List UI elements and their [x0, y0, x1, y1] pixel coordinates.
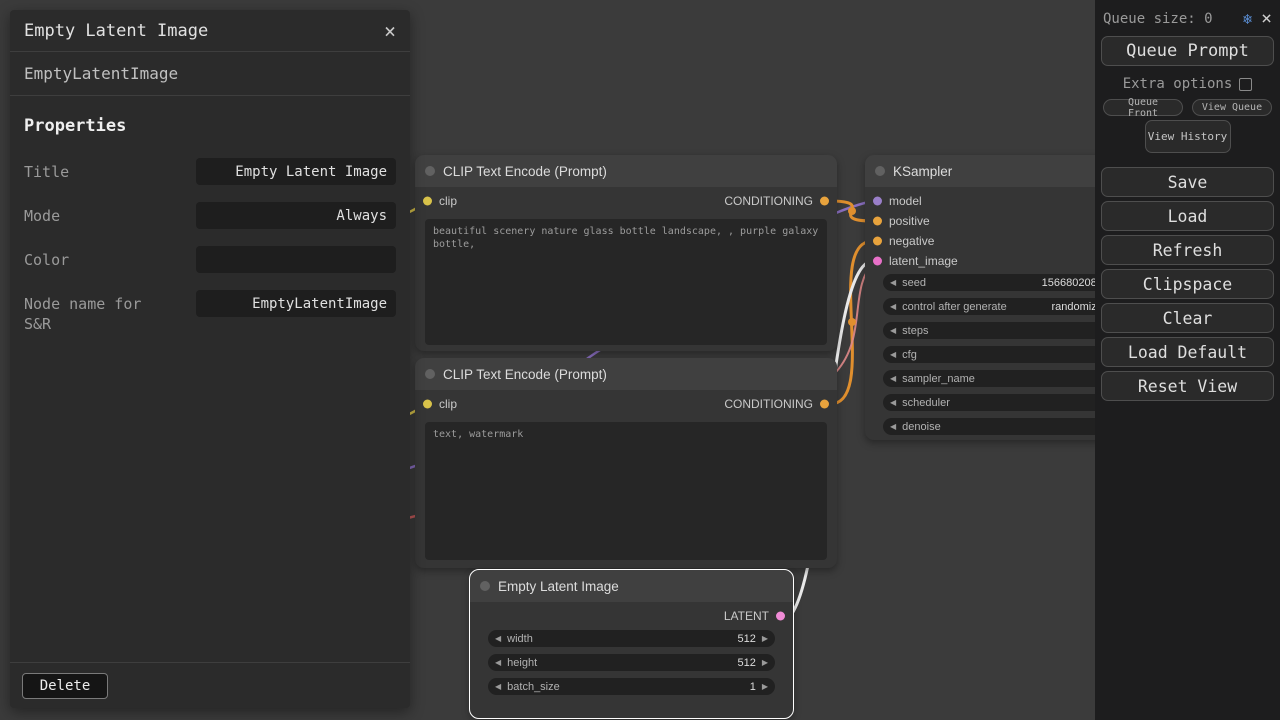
increment-icon[interactable]: ▶ — [762, 659, 768, 667]
denoise-widget[interactable]: ◀ denoise ▶ — [883, 418, 1122, 435]
load-default-button[interactable]: Load Default — [1101, 337, 1274, 367]
cfg-widget[interactable]: ◀ cfg ▶ — [883, 346, 1122, 363]
close-icon[interactable]: × — [1261, 10, 1272, 28]
panel-title: Empty Latent Image — [24, 21, 208, 41]
negative-input-port[interactable] — [873, 237, 882, 246]
height-widget[interactable]: ◀ height 512 ▶ — [488, 654, 775, 671]
decrement-icon[interactable]: ◀ — [890, 423, 896, 431]
decrement-icon[interactable]: ◀ — [495, 683, 501, 691]
positive-input-label: positive — [889, 214, 930, 228]
clip-input-label: clip — [439, 194, 457, 208]
clear-button[interactable]: Clear — [1101, 303, 1274, 333]
negative-input-label: negative — [889, 234, 934, 248]
latent-image-input-port[interactable] — [873, 257, 882, 266]
model-input-port[interactable] — [873, 197, 882, 206]
load-button[interactable]: Load — [1101, 201, 1274, 231]
decrement-icon[interactable]: ◀ — [890, 351, 896, 359]
clipspace-button[interactable]: Clipspace — [1101, 269, 1274, 299]
view-queue-button[interactable]: View Queue — [1192, 99, 1272, 116]
settings-icon[interactable]: ❄ — [1243, 12, 1252, 27]
mode-field[interactable]: Always — [196, 202, 396, 229]
node-header[interactable]: Empty Latent Image — [470, 570, 793, 602]
node-properties-panel: Empty Latent Image × EmptyLatentImage Pr… — [10, 10, 410, 708]
link-midpoint-dot — [848, 318, 856, 326]
conditioning-output-port[interactable] — [820, 400, 829, 409]
decrement-icon[interactable]: ◀ — [890, 327, 896, 335]
node-title: Empty Latent Image — [498, 579, 619, 594]
color-field[interactable] — [196, 246, 396, 273]
collapse-dot-icon[interactable] — [875, 166, 885, 176]
clip-input-port[interactable] — [423, 197, 432, 206]
node-title: KSampler — [893, 164, 952, 179]
node-header[interactable]: CLIP Text Encode (Prompt) — [415, 155, 837, 187]
increment-icon[interactable]: ▶ — [762, 683, 768, 691]
node-title: CLIP Text Encode (Prompt) — [443, 164, 607, 179]
batch-size-widget[interactable]: ◀ batch_size 1 ▶ — [488, 678, 775, 695]
conditioning-output-label: CONDITIONING — [724, 397, 813, 411]
clip-input-port[interactable] — [423, 400, 432, 409]
decrement-icon[interactable]: ◀ — [495, 659, 501, 667]
link-midpoint-dot — [848, 207, 856, 215]
delete-button[interactable]: Delete — [22, 673, 108, 699]
close-icon[interactable]: × — [384, 21, 396, 41]
scheduler-widget[interactable]: ◀ scheduler ▶ — [883, 394, 1122, 411]
decrement-icon[interactable]: ◀ — [890, 375, 896, 383]
node-clip-text-encode-negative[interactable]: CLIP Text Encode (Prompt) clip CONDITION… — [415, 358, 837, 568]
comfy-menu: Queue size: 0 ❄ × Queue Prompt Extra opt… — [1095, 0, 1280, 720]
collapse-dot-icon[interactable] — [425, 166, 435, 176]
control-after-generate-widget[interactable]: ◀ control after generate randomize ▶ — [883, 298, 1122, 315]
node-name-field[interactable]: EmptyLatentImage — [196, 290, 396, 317]
reset-view-button[interactable]: Reset View — [1101, 371, 1274, 401]
latent-image-input-label: latent_image — [889, 254, 958, 268]
node-header[interactable]: CLIP Text Encode (Prompt) — [415, 358, 837, 390]
positive-input-port[interactable] — [873, 217, 882, 226]
prompt-textarea[interactable]: text, watermark — [425, 422, 827, 560]
node-name-field-label: Node name for S&R — [24, 290, 174, 334]
node-title: CLIP Text Encode (Prompt) — [443, 367, 607, 382]
prompt-textarea[interactable]: beautiful scenery nature glass bottle la… — [425, 219, 827, 345]
conditioning-output-label: CONDITIONING — [724, 194, 813, 208]
extra-options-checkbox[interactable] — [1239, 78, 1252, 91]
steps-widget[interactable]: ◀ steps ▶ — [883, 322, 1122, 339]
properties-heading: Properties — [24, 116, 396, 136]
conditioning-output-port[interactable] — [820, 197, 829, 206]
decrement-icon[interactable]: ◀ — [890, 303, 896, 311]
width-widget[interactable]: ◀ width 512 ▶ — [488, 630, 775, 647]
increment-icon[interactable]: ▶ — [762, 635, 768, 643]
queue-front-button[interactable]: Queue Front — [1103, 99, 1183, 116]
clip-input-label: clip — [439, 397, 457, 411]
node-clip-text-encode-positive[interactable]: CLIP Text Encode (Prompt) clip CONDITION… — [415, 155, 837, 351]
node-empty-latent-image[interactable]: Empty Latent Image LATENT ◀ width 512 ▶ … — [470, 570, 793, 718]
latent-output-label: LATENT — [724, 609, 769, 623]
title-field-label: Title — [24, 158, 69, 182]
mode-field-label: Mode — [24, 202, 60, 226]
collapse-dot-icon[interactable] — [480, 581, 490, 591]
queue-size-label: Queue size: 0 — [1103, 11, 1234, 27]
extra-options-label: Extra options — [1123, 76, 1233, 92]
decrement-icon[interactable]: ◀ — [890, 279, 896, 287]
seed-widget[interactable]: ◀ seed 1566802087 ▶ — [883, 274, 1122, 291]
color-field-label: Color — [24, 246, 69, 270]
sampler-name-widget[interactable]: ◀ sampler_name ▶ — [883, 370, 1122, 387]
decrement-icon[interactable]: ◀ — [890, 399, 896, 407]
title-field[interactable]: Empty Latent Image — [196, 158, 396, 185]
queue-prompt-button[interactable]: Queue Prompt — [1101, 36, 1274, 66]
latent-output-port[interactable] — [776, 612, 785, 621]
save-button[interactable]: Save — [1101, 167, 1274, 197]
node-type-label: EmptyLatentImage — [10, 52, 410, 96]
model-input-label: model — [889, 194, 922, 208]
collapse-dot-icon[interactable] — [425, 369, 435, 379]
view-history-button[interactable]: View History — [1145, 120, 1231, 153]
decrement-icon[interactable]: ◀ — [495, 635, 501, 643]
refresh-button[interactable]: Refresh — [1101, 235, 1274, 265]
